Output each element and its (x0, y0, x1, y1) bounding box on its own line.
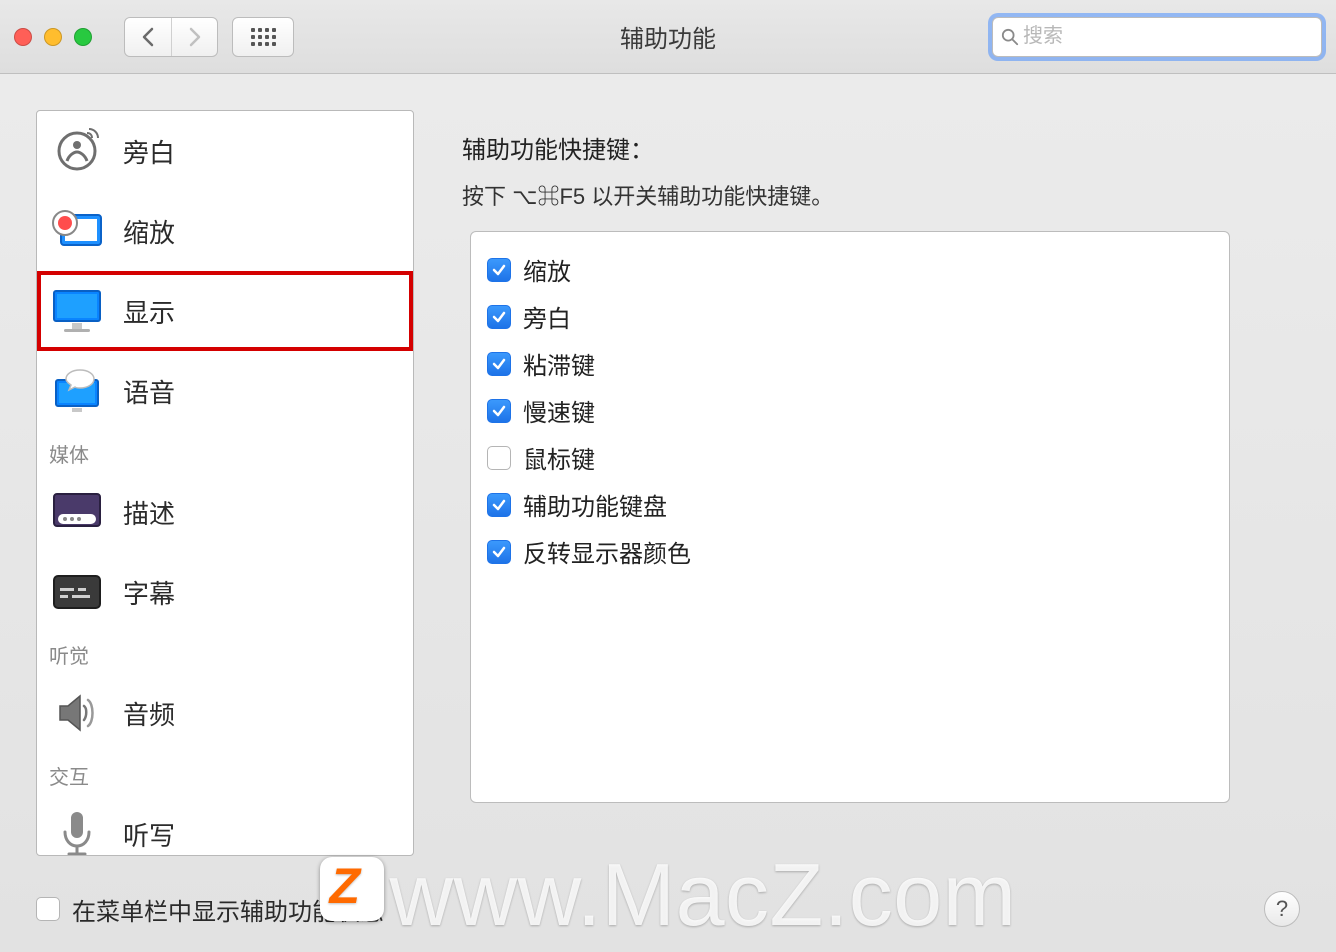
sidebar-item-speech[interactable]: 语音 (37, 351, 413, 431)
sidebar-item-display[interactable]: 显示 (37, 271, 413, 351)
sidebar-item-dictation[interactable]: 听写 (37, 794, 413, 856)
option-label: 缩放 (523, 252, 571, 287)
option-zoom[interactable]: 缩放 (487, 246, 1213, 293)
microphone-icon (57, 808, 97, 856)
chevron-left-icon (141, 27, 155, 47)
zoom-window-button[interactable] (74, 28, 92, 46)
checkbox[interactable] (487, 493, 511, 517)
sidebar-section-media: 媒体 (37, 431, 413, 472)
footer-checkbox-label: 在菜单栏中显示辅助功能状态 (72, 892, 384, 927)
sidebar: 旁白 缩放 (36, 110, 414, 856)
forward-button[interactable] (171, 18, 217, 56)
sidebar-section-interact: 交互 (37, 753, 413, 794)
show-all-button[interactable] (232, 17, 294, 57)
search-input[interactable] (1023, 18, 1313, 56)
sidebar-item-label: 字幕 (123, 574, 175, 611)
checkbox[interactable] (487, 258, 511, 282)
option-label: 慢速键 (523, 393, 595, 428)
titlebar: 辅助功能 (0, 0, 1336, 74)
content-pane: 辅助功能快捷键： 按下 ⌥⌘F5 以开关辅助功能快捷键。 缩放 旁白 粘滞键 (434, 110, 1300, 856)
option-label: 辅助功能键盘 (523, 487, 667, 522)
sidebar-item-audio[interactable]: 音频 (37, 673, 413, 753)
close-window-button[interactable] (14, 28, 32, 46)
option-slow-keys[interactable]: 慢速键 (487, 387, 1213, 434)
speech-icon (50, 366, 104, 416)
sidebar-item-voiceover[interactable]: 旁白 (37, 111, 413, 191)
checkbox[interactable] (36, 897, 60, 921)
search-icon (1001, 28, 1019, 46)
checkbox[interactable] (487, 399, 511, 423)
question-mark-icon: ? (1276, 896, 1288, 922)
option-mouse-keys[interactable]: 鼠标键 (487, 434, 1213, 481)
captions-icon (50, 572, 104, 612)
help-button[interactable]: ? (1264, 891, 1300, 927)
sidebar-item-label: 听写 (123, 816, 175, 853)
checkbox[interactable] (487, 305, 511, 329)
sidebar-item-label: 音频 (123, 695, 175, 732)
system-preferences-window: 辅助功能 旁白 (0, 0, 1336, 952)
sidebar-item-captions[interactable]: 字幕 (37, 552, 413, 632)
option-accessibility-keyboard[interactable]: 辅助功能键盘 (487, 481, 1213, 528)
back-button[interactable] (125, 18, 171, 56)
body: 旁白 缩放 (0, 74, 1336, 866)
sidebar-section-hearing: 听觉 (37, 632, 413, 673)
sidebar-item-label: 描述 (123, 494, 175, 531)
option-label: 鼠标键 (523, 440, 595, 475)
sidebar-item-zoom[interactable]: 缩放 (37, 191, 413, 271)
sidebar-item-label: 显示 (123, 293, 175, 330)
sidebar-item-label: 语音 (123, 373, 175, 410)
option-invert-colors[interactable]: 反转显示器颜色 (487, 528, 1213, 575)
option-voiceover[interactable]: 旁白 (487, 293, 1213, 340)
sidebar-item-label: 缩放 (123, 213, 175, 250)
nav-buttons (124, 17, 218, 57)
minimize-window-button[interactable] (44, 28, 62, 46)
checkbox[interactable] (487, 446, 511, 470)
display-icon (50, 287, 104, 335)
traffic-lights (14, 28, 92, 46)
chevron-right-icon (188, 27, 202, 47)
sidebar-item-descriptions[interactable]: 描述 (37, 472, 413, 552)
footer: 在菜单栏中显示辅助功能状态 ? (0, 866, 1336, 952)
menubar-status-checkbox-row[interactable]: 在菜单栏中显示辅助功能状态 (36, 892, 384, 927)
checkbox[interactable] (487, 540, 511, 564)
option-label: 粘滞键 (523, 346, 595, 381)
shortcut-options-box: 缩放 旁白 粘滞键 慢速键 (470, 231, 1230, 803)
option-label: 旁白 (523, 299, 571, 334)
voiceover-icon (53, 127, 101, 175)
grid-icon (251, 28, 276, 46)
search-field-wrap[interactable] (992, 17, 1322, 57)
content-subhead: 按下 ⌥⌘F5 以开关辅助功能快捷键。 (462, 179, 1272, 211)
option-sticky-keys[interactable]: 粘滞键 (487, 340, 1213, 387)
content-heading: 辅助功能快捷键： (462, 130, 1272, 165)
speaker-icon (52, 688, 102, 738)
sidebar-item-label: 旁白 (123, 133, 175, 170)
zoom-icon (51, 207, 103, 255)
checkbox[interactable] (487, 352, 511, 376)
descriptions-icon (50, 490, 104, 534)
option-label: 反转显示器颜色 (523, 534, 691, 569)
